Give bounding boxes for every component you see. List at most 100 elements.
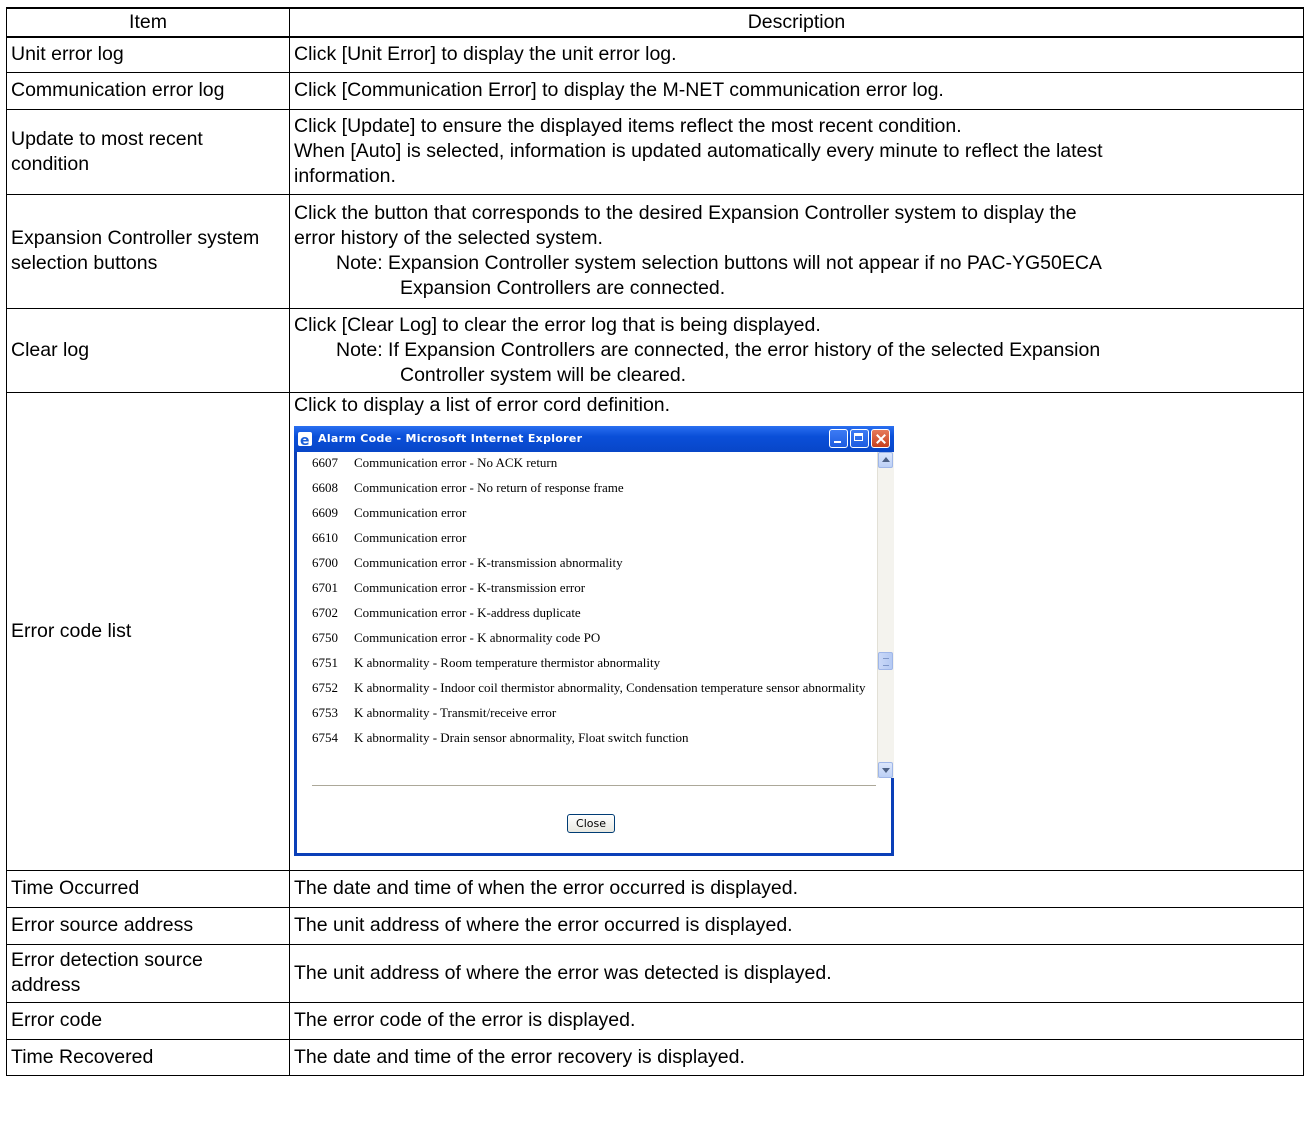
close-button[interactable]: Close: [567, 813, 615, 833]
alarm-code-window: Alarm Code - Microsoft Internet Explorer…: [294, 425, 894, 856]
row-item: Communication error log: [6, 71, 290, 110]
alarm-code: 6752: [312, 679, 338, 695]
alarm-code: 6700: [312, 554, 338, 570]
row-item: Update to most recent condition: [6, 108, 290, 195]
note-line: Note: If Expansion Controllers are conne…: [336, 338, 1101, 361]
description-line: Click to display a list of error cord de…: [294, 393, 671, 416]
row-description: Click [Unit Error] to display the unit e…: [289, 36, 1304, 73]
row-item-label: Error detection source address: [11, 949, 203, 996]
table-row: Time Recovered The date and time of the …: [6, 1038, 1304, 1076]
description-line: The date and time of the error recovery …: [294, 1045, 745, 1068]
alarm-description: K abnormality - Drain sensor abnormality…: [354, 729, 689, 745]
window-title: Alarm Code - Microsoft Internet Explorer: [318, 432, 583, 445]
alarm-list-item: 6753 K abnormality - Transmit/receive err…: [297, 705, 874, 721]
description-line: Click [Clear Log] to clear the error log…: [294, 313, 821, 336]
alarm-code: 6750: [312, 629, 338, 645]
ie-app-icon: [298, 429, 312, 454]
alarm-description: Communication error - K-transmission abn…: [354, 554, 623, 570]
row-item: Error code list: [6, 391, 290, 871]
row-description: The date and time of when the error occu…: [289, 869, 1304, 908]
table-row: Unit error log Click [Unit Error] to dis…: [6, 36, 1304, 73]
alarm-code: 6610: [312, 529, 338, 545]
row-description: The unit address of where the error occu…: [289, 906, 1304, 945]
description-line: Click [Unit Error] to display the unit e…: [294, 43, 677, 66]
alarm-code: 6754: [312, 729, 338, 745]
table-row: Time Occurred The date and time of when …: [6, 869, 1304, 908]
minimize-icon[interactable]: [829, 429, 848, 448]
row-item: Clear log: [6, 307, 290, 393]
description-line: Click [Update] to ensure the displayed i…: [294, 115, 962, 137]
alarm-list-item: 6609 Communication error: [297, 505, 874, 521]
note-line: Controller system will be cleared.: [400, 363, 687, 386]
table-row: Error code The error code of the error i…: [6, 1001, 1304, 1040]
alarm-list-item: 6701 Communication error - K-transmission…: [297, 580, 874, 596]
alarm-description: Communication error - K-address duplicat…: [354, 604, 581, 620]
alarm-description: K abnormality - Room temperature thermis…: [354, 654, 661, 670]
scroll-down-icon[interactable]: [878, 761, 893, 778]
table-row: Expansion Controller system selection bu…: [6, 193, 1304, 309]
window-titlebar[interactable]: Alarm Code - Microsoft Internet Explorer: [294, 425, 894, 454]
description-line: information.: [294, 165, 396, 187]
row-item: Time Recovered: [6, 1038, 290, 1076]
description-line: The unit address of where the error occu…: [294, 914, 793, 936]
header-item: Item: [6, 7, 290, 38]
row-item: Expansion Controller system selection bu…: [6, 193, 290, 309]
row-description: Click [Update] to ensure the displayed i…: [289, 108, 1304, 195]
window-body: 6607 Communication error - No ACK return 6…: [297, 451, 894, 853]
alarm-description: K abnormality - Indoor coil thermistor a…: [354, 679, 866, 695]
alarm-description: Communication error: [354, 529, 467, 545]
scroll-up-icon[interactable]: [878, 451, 893, 468]
alarm-list-item: 6610 Communication error: [297, 530, 874, 546]
alarm-code: 6609: [312, 504, 338, 520]
row-item: Error code: [6, 1001, 290, 1040]
alarm-description: Communication error - K abnormality code…: [354, 629, 601, 645]
close-icon[interactable]: [871, 429, 890, 448]
row-item-label: Expansion Controller system selection bu…: [11, 227, 260, 274]
alarm-list-item: 6750 Communication error - K abnormality …: [297, 630, 874, 646]
table-row: Communication error log Click [Communica…: [6, 71, 1304, 110]
row-description: Click [Clear Log] to clear the error log…: [289, 307, 1304, 393]
alarm-code: 6751: [312, 654, 338, 670]
description-line: Click [Communication Error] to display t…: [294, 79, 944, 101]
maximize-icon[interactable]: [850, 429, 869, 448]
alarm-description: Communication error - No ACK return: [354, 454, 558, 470]
alarm-list-item: 6752 K abnormality - Indoor coil thermist…: [297, 680, 874, 696]
vertical-scrollbar[interactable]: [877, 451, 894, 778]
description-line: The unit address of where the error was …: [294, 961, 832, 984]
alarm-code: 6701: [312, 579, 338, 595]
row-description: Click the button that corresponds to the…: [289, 193, 1304, 309]
description-line: The date and time of when the error occu…: [294, 877, 799, 899]
description-table: Item Description Unit error log Click [U…: [6, 7, 1304, 1076]
alarm-list-item: 6607 Communication error - No ACK return: [297, 455, 874, 471]
row-description: The error code of the error is displayed…: [289, 1001, 1304, 1040]
note-line: Expansion Controllers are connected.: [400, 277, 726, 299]
description-line: error history of the selected system.: [294, 227, 603, 249]
table-row: Error code list Click to display a list …: [6, 391, 1304, 871]
row-description: Click to display a list of error cord de…: [289, 391, 1304, 871]
alarm-description: K abnormality - Transmit/receive error: [354, 704, 557, 720]
alarm-code: 6753: [312, 704, 338, 720]
alarm-code: 6702: [312, 604, 338, 620]
table-row: Error source address The unit address of…: [6, 906, 1304, 945]
scroll-thumb[interactable]: [878, 651, 893, 670]
row-item: Unit error log: [6, 36, 290, 73]
row-item-label: Update to most recent condition: [11, 127, 203, 175]
alarm-code-list[interactable]: 6607 Communication error - No ACK return 6…: [297, 452, 874, 778]
row-item: Time Occurred: [6, 869, 290, 908]
table-row: Clear log Click [Clear Log] to clear the…: [6, 307, 1304, 393]
alarm-description: Communication error: [354, 504, 467, 520]
alarm-code: 6608: [312, 479, 338, 495]
row-description: Click [Communication Error] to display t…: [289, 71, 1304, 110]
alarm-list-item: 6608 Communication error - No return of r…: [297, 480, 874, 496]
table-row: Update to most recent condition Click [U…: [6, 108, 1304, 195]
alarm-list-item: 6751 K abnormality - Room temperature the…: [297, 655, 874, 671]
alarm-list-item: 6702 Communication error - K-address dupl…: [297, 605, 874, 621]
row-item: Error source address: [6, 906, 290, 945]
alarm-description: Communication error - No return of respo…: [354, 479, 624, 495]
note-line: Note: Expansion Controller system select…: [336, 252, 1102, 274]
row-item: Error detection source address: [6, 943, 290, 1003]
row-description: The date and time of the error recovery …: [289, 1038, 1304, 1076]
divider: [312, 784, 876, 787]
row-description: The unit address of where the error was …: [289, 943, 1304, 1003]
table-header-row: Item Description: [6, 7, 1304, 38]
